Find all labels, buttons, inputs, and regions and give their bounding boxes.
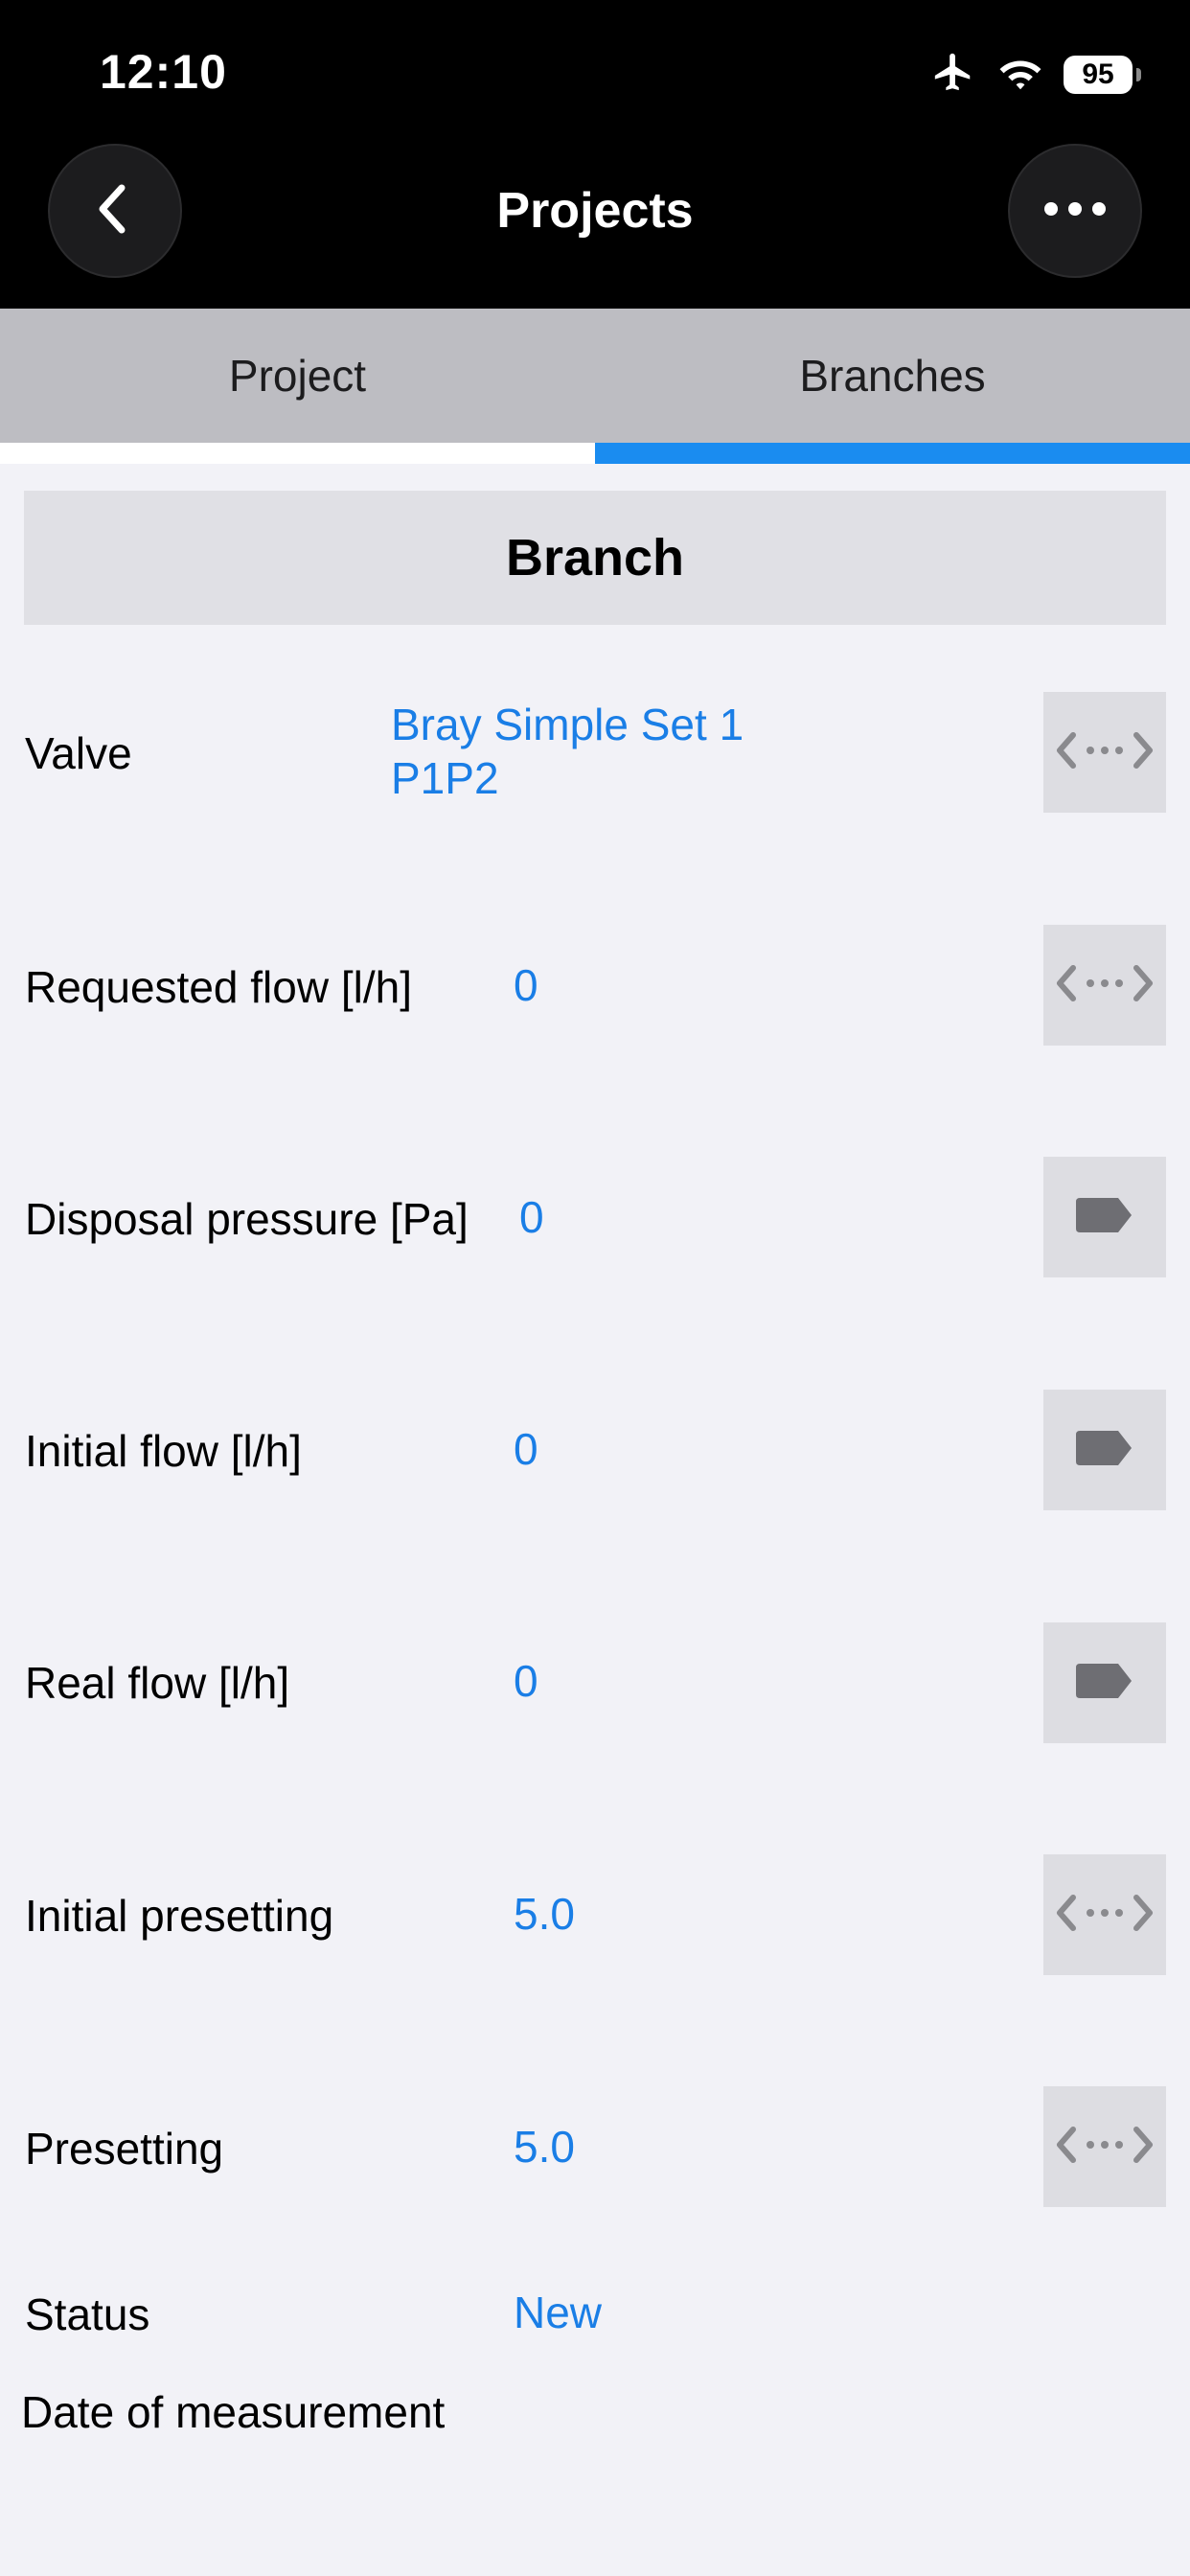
row-presetting: Presetting 5.0 <box>0 2086 1190 2211</box>
row-label: Date of measurement <box>21 2387 446 2437</box>
tab-branches[interactable]: Branches <box>595 309 1190 464</box>
initial-flow-tag-button[interactable] <box>1043 1390 1166 1510</box>
row-label: Valve <box>25 728 132 778</box>
row-disposal-pressure: Disposal pressure [Pa] 0 <box>0 1157 1190 1281</box>
requested-flow-connect-button[interactable] <box>1043 925 1166 1046</box>
disposal-pressure-value[interactable]: 0 <box>519 1190 544 1244</box>
initial-presetting-connect-button[interactable] <box>1043 1854 1166 1975</box>
valve-value-line1: Bray Simple Set 1 <box>391 700 744 749</box>
row-real-flow: Real flow [l/h] 0 <box>0 1622 1190 1747</box>
row-requested-flow: Requested flow [l/h] 0 <box>0 925 1190 1049</box>
status-value[interactable]: New <box>514 2286 602 2339</box>
wifi-icon <box>998 53 1042 96</box>
valve-connect-button[interactable] <box>1043 692 1166 813</box>
row-date-of-measurement: Date of measurement <box>0 2379 1190 2446</box>
battery-level: 95 <box>1082 58 1114 90</box>
connector-arrows-icon <box>1052 722 1157 784</box>
row-label: Requested flow [l/h] <box>25 962 413 1012</box>
requested-flow-value[interactable]: 0 <box>514 958 538 1012</box>
section-title: Branch <box>505 529 685 586</box>
row-label: Disposal pressure [Pa] <box>25 1194 469 1244</box>
tab-branches-label: Branches <box>799 351 986 401</box>
app-header: 12:10 95 Projects <box>0 0 1190 309</box>
tag-icon <box>1074 1427 1135 1474</box>
row-label: Real flow [l/h] <box>25 1658 290 1708</box>
disposal-pressure-tag-button[interactable] <box>1043 1157 1166 1277</box>
connector-arrows-icon <box>1052 1884 1157 1946</box>
airplane-icon <box>929 50 977 99</box>
connector-arrows-icon <box>1052 954 1157 1017</box>
more-options-button[interactable] <box>1008 144 1142 278</box>
row-label: Status <box>25 2289 150 2339</box>
initial-presetting-value[interactable]: 5.0 <box>514 1887 575 1941</box>
status-time: 12:10 <box>100 45 227 99</box>
presetting-value[interactable]: 5.0 <box>514 2120 575 2174</box>
valve-value-line2: P1P2 <box>391 753 499 803</box>
row-initial-flow: Initial flow [l/h] 0 <box>0 1390 1190 1514</box>
tag-icon <box>1074 1194 1135 1241</box>
tab-project[interactable]: Project <box>0 309 595 464</box>
connector-arrows-icon <box>1052 2116 1157 2178</box>
tag-icon <box>1074 1660 1135 1707</box>
tab-project-indicator <box>0 443 595 464</box>
real-flow-tag-button[interactable] <box>1043 1622 1166 1743</box>
row-initial-presetting: Initial presetting 5.0 <box>0 1854 1190 1979</box>
valve-value[interactable]: Bray Simple Set 1 P1P2 <box>391 698 744 805</box>
status-icons: 95 <box>929 50 1141 99</box>
row-label: Initial presetting <box>25 1891 334 1941</box>
section-header: Branch <box>24 491 1166 625</box>
initial-flow-value[interactable]: 0 <box>514 1422 538 1476</box>
row-valve: Valve Bray Simple Set 1 P1P2 <box>0 690 1190 815</box>
tab-project-label: Project <box>228 351 367 401</box>
tab-bar: Project Branches <box>0 309 1190 464</box>
row-status: Status New <box>0 2281 1190 2348</box>
real-flow-value[interactable]: 0 <box>514 1654 538 1708</box>
tab-branches-indicator <box>595 443 1190 464</box>
battery-icon: 95 <box>1064 55 1141 94</box>
row-label: Initial flow [l/h] <box>25 1426 302 1476</box>
presetting-connect-button[interactable] <box>1043 2086 1166 2207</box>
row-label: Presetting <box>25 2124 224 2174</box>
ellipsis-icon <box>1041 199 1109 223</box>
